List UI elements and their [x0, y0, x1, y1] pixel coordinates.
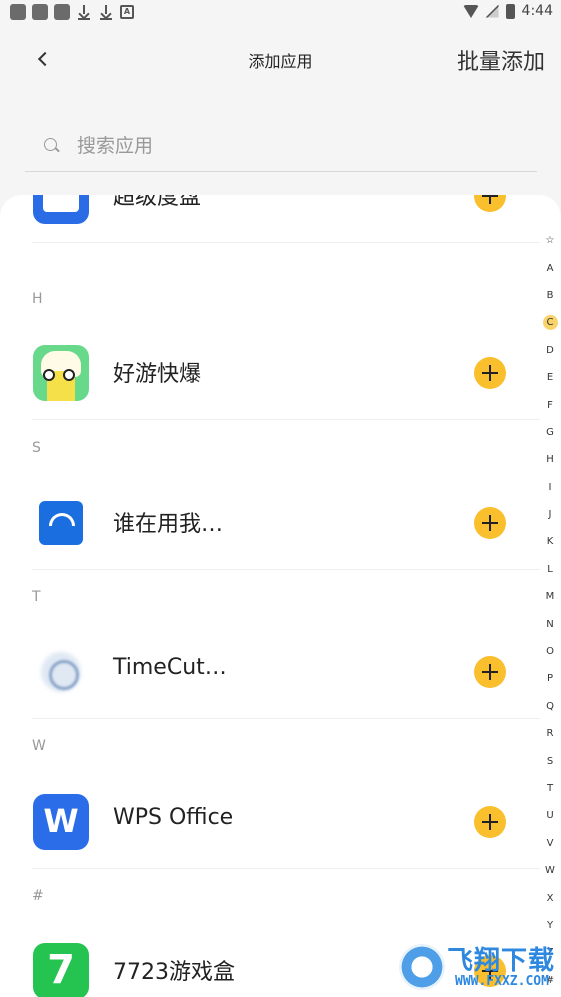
- section-header: H: [32, 291, 43, 307]
- wps-icon: [33, 794, 89, 850]
- index-letter[interactable]: V: [536, 830, 561, 857]
- index-letter[interactable]: S: [536, 747, 561, 774]
- 7723-icon: [33, 943, 89, 997]
- haoyou-icon: [33, 345, 89, 401]
- battery-icon: [505, 3, 515, 19]
- section-header: W: [32, 738, 46, 754]
- index-letter[interactable]: J: [536, 501, 561, 528]
- index-letter[interactable]: I: [536, 474, 561, 501]
- alphabet-index[interactable]: ☆ A B C D E F G H I J K L M N O P Q R S T U V W X Y Z #: [536, 227, 561, 994]
- index-letter[interactable]: L: [536, 556, 561, 583]
- app-name: TimeCut…: [113, 655, 227, 680]
- index-letter[interactable]: O: [536, 638, 561, 665]
- watermark: 飞翔下载 WWW.FXXZ.COM: [395, 938, 561, 997]
- list-item[interactable]: 谁在用我…: [0, 476, 540, 570]
- index-letter[interactable]: H: [536, 446, 561, 473]
- divider: [32, 242, 540, 243]
- search-icon: [43, 137, 61, 155]
- status-time: 4:44: [521, 3, 553, 19]
- notification-icon: [32, 4, 48, 20]
- index-letter[interactable]: K: [536, 528, 561, 555]
- list-item[interactable]: 好游快爆: [0, 326, 540, 420]
- app-name: 谁在用我…: [113, 512, 224, 537]
- index-letter[interactable]: T: [536, 775, 561, 802]
- index-letter[interactable]: E: [536, 364, 561, 391]
- timecut-icon: [33, 644, 89, 700]
- index-letter[interactable]: X: [536, 884, 561, 911]
- add-button[interactable]: [474, 507, 506, 539]
- download-icon: [76, 4, 92, 20]
- add-button[interactable]: [474, 195, 506, 212]
- list-item[interactable]: 超级度盘: [0, 195, 540, 243]
- watermark-text: 飞翔下载: [447, 946, 556, 976]
- back-button[interactable]: [30, 46, 56, 72]
- index-letter[interactable]: B: [536, 282, 561, 309]
- fxxz-logo-icon: [399, 944, 445, 990]
- add-button[interactable]: [474, 656, 506, 688]
- index-letter[interactable]: C: [536, 309, 561, 336]
- index-letter[interactable]: U: [536, 802, 561, 829]
- search-input[interactable]: [77, 134, 497, 157]
- section-header: T: [32, 589, 41, 605]
- download-icon: [98, 4, 114, 20]
- watermark-url: WWW.FXXZ.COM: [455, 974, 549, 989]
- notification-icon: [10, 4, 26, 20]
- status-bar: A 4:44: [0, 0, 561, 26]
- app-list[interactable]: 超级度盘 H 好游快爆 S 谁在用我… T TimeCut… W WPS Off…: [0, 195, 561, 997]
- batch-add-button[interactable]: 批量添加: [457, 44, 545, 76]
- divider: [32, 569, 540, 570]
- app-name: WPS Office: [113, 805, 234, 830]
- index-letter[interactable]: Q: [536, 693, 561, 720]
- notification-icon: [54, 4, 70, 20]
- app-name: 7723游戏盒: [113, 960, 235, 985]
- wifi-shield-icon: [33, 495, 89, 551]
- index-letter[interactable]: A: [536, 254, 561, 281]
- app-name: 好游快爆: [113, 362, 202, 387]
- index-letter[interactable]: G: [536, 419, 561, 446]
- add-button[interactable]: [474, 357, 506, 389]
- list-item[interactable]: TimeCut…: [0, 625, 540, 719]
- index-letter[interactable]: N: [536, 610, 561, 637]
- index-letter[interactable]: M: [536, 583, 561, 610]
- index-letter[interactable]: R: [536, 720, 561, 747]
- divider: [32, 718, 540, 719]
- section-header: #: [32, 888, 44, 904]
- no-signal-icon: [485, 4, 499, 18]
- wifi-icon: [462, 4, 479, 18]
- divider: [32, 419, 540, 420]
- search-bar: [25, 120, 537, 172]
- index-letter[interactable]: W: [536, 857, 561, 884]
- index-letter[interactable]: ☆: [536, 227, 561, 254]
- list-item[interactable]: WPS Office: [0, 775, 540, 869]
- app-name: 超级度盘: [113, 195, 202, 210]
- section-header: S: [32, 440, 41, 456]
- add-button[interactable]: [474, 806, 506, 838]
- divider: [32, 868, 540, 869]
- index-letter[interactable]: D: [536, 337, 561, 364]
- a-icon: A: [120, 5, 134, 19]
- index-letter[interactable]: P: [536, 665, 561, 692]
- index-letter[interactable]: F: [536, 391, 561, 418]
- baidu-disk-icon: [33, 195, 89, 224]
- index-letter[interactable]: Y: [536, 912, 561, 939]
